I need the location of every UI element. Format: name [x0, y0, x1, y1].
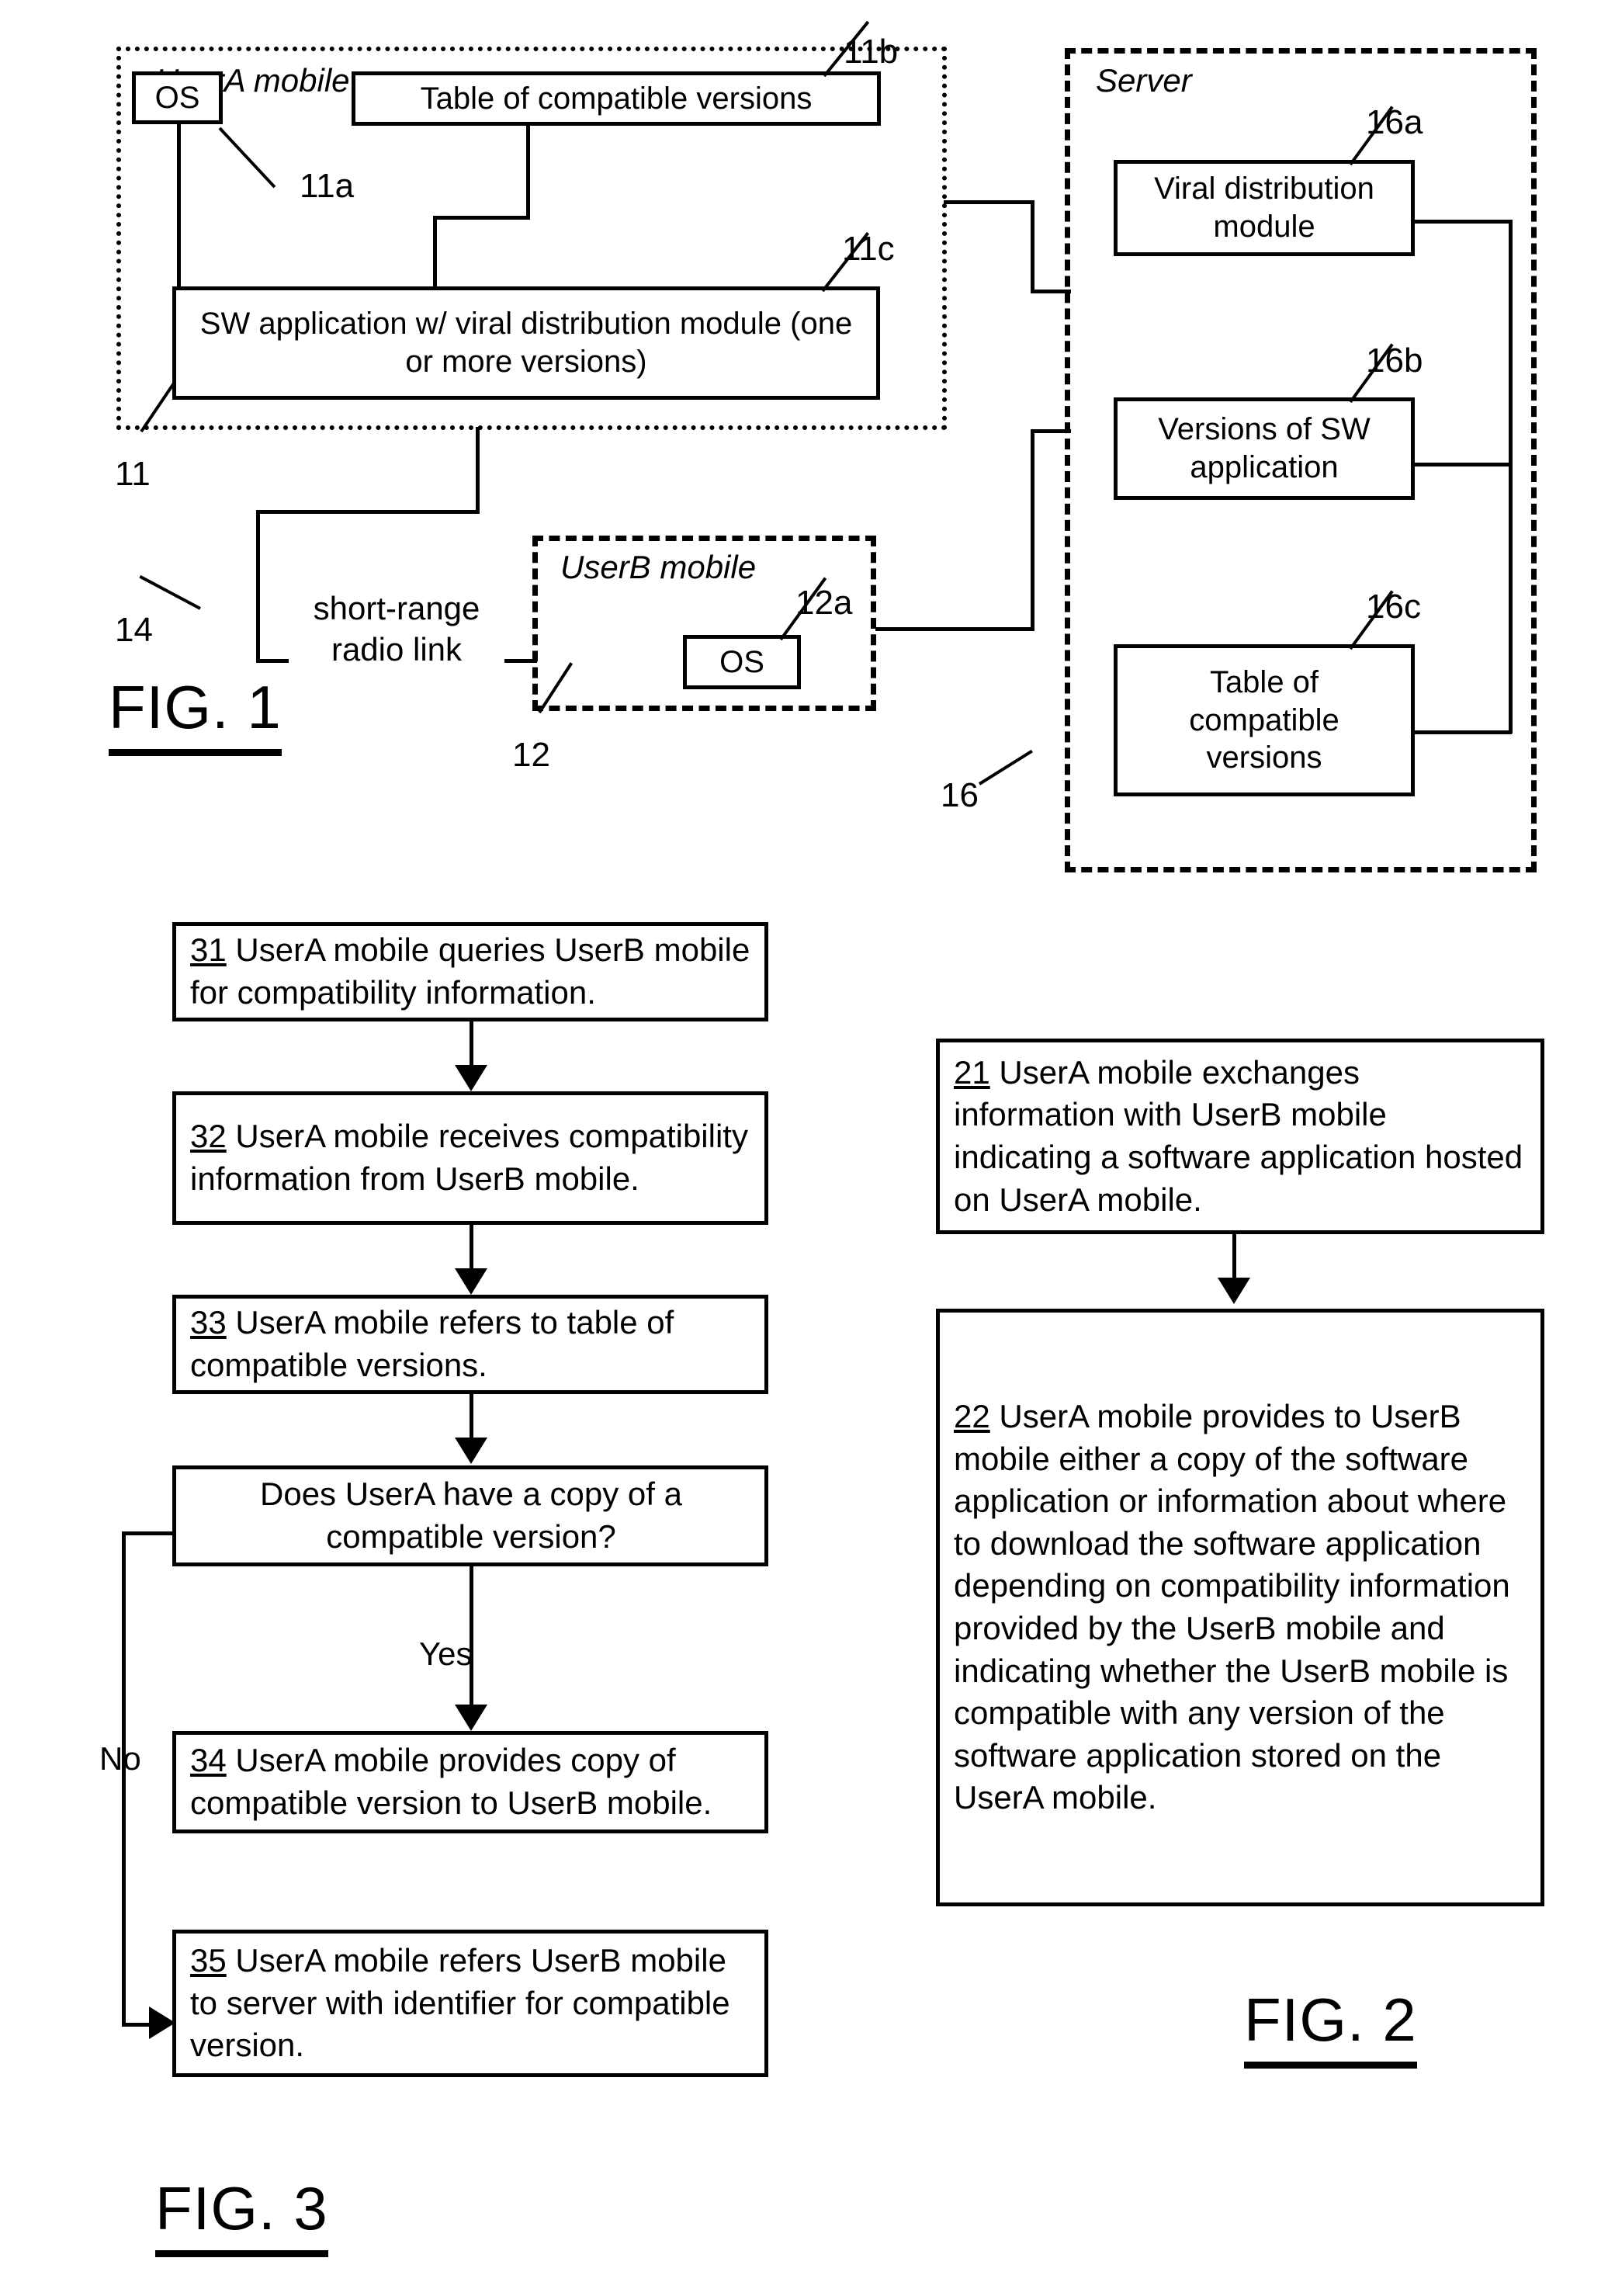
label-short-range-radio-link: short-range radio link: [289, 588, 504, 671]
ref-12: 12: [512, 736, 550, 774]
flow-arrow-yes-to-34: [455, 1705, 487, 1731]
connector-link-to-userb: [504, 659, 537, 663]
flow-arrow-33-decision: [455, 1438, 487, 1464]
patent-drawing-sheet: UserA mobile Server UserB mobile OS Tabl…: [0, 0, 1608, 2296]
connector-userb-server-h1: [875, 627, 1034, 631]
connector-usera-server-top-v: [1031, 200, 1034, 292]
flow-step-21: 21 UserA mobile exchanges information wi…: [936, 1039, 1544, 1234]
flow-step-32-text: UserA mobile receives compatibility info…: [190, 1118, 748, 1197]
ref-16b: 16b: [1366, 342, 1423, 380]
ref-11b: 11b: [844, 33, 899, 71]
flow-arrow-32-33: [455, 1268, 487, 1295]
flow-branch-no-h: [122, 1531, 176, 1535]
flow-decision-has-compatible-version: Does UserA have a copy of a compatible v…: [172, 1465, 768, 1566]
connector-table-left: [433, 216, 530, 220]
ref-14: 14: [115, 611, 153, 649]
ref-11a: 11a: [300, 167, 355, 205]
flow-step-34-number: 34: [190, 1742, 227, 1779]
ref-16c: 16c: [1366, 588, 1421, 626]
leader-16: [978, 749, 1033, 786]
box-sw-application-usera: SW application w/ viral distribution mod…: [172, 286, 880, 400]
flow-step-32-number: 32: [190, 1118, 227, 1155]
enclosure-label-server: Server: [1096, 62, 1192, 99]
flow-step-31: 31 UserA mobile queries UserB mobile for…: [172, 922, 768, 1021]
short-range-radio-link-text: short-range radio link: [313, 590, 480, 668]
figure-2-caption: FIG. 2: [1244, 1985, 1417, 2069]
figure-3-caption: FIG. 3: [155, 2173, 328, 2257]
box-viral-distribution-module: Viral distribution module: [1114, 160, 1415, 256]
flow-step-35-number: 35: [190, 1942, 227, 1979]
enclosure-label-userb-mobile: UserB mobile: [560, 549, 757, 585]
box-label-os-usera: OS: [154, 80, 200, 115]
box-versions-of-sw-application: Versions of SW application: [1114, 397, 1415, 500]
flow-step-33-text: UserA mobile refers to table of compatib…: [190, 1304, 674, 1383]
ref-16a: 16a: [1366, 103, 1423, 141]
connector-link-h-top: [256, 510, 480, 514]
box-os-userb: OS: [683, 635, 801, 689]
flow-arrow-no-to-35: [149, 2006, 175, 2039]
connector-table-down-2: [433, 216, 437, 288]
server-bus-h-top: [1412, 220, 1512, 224]
leader-14: [139, 574, 201, 610]
flow-step-21-number: 21: [954, 1053, 990, 1091]
box-label-viral-distribution-module: Viral distribution module: [1154, 172, 1374, 244]
flow-step-34-text: UserA mobile provides copy of compatible…: [190, 1742, 712, 1821]
flow-branch-no-label: No: [99, 1740, 141, 1777]
ref-12a: 12a: [795, 584, 853, 622]
connector-userb-server-v: [1031, 429, 1034, 629]
flow-step-35: 35 UserA mobile refers UserB mobile to s…: [172, 1930, 768, 2077]
flow-step-33: 33 UserA mobile refers to table of compa…: [172, 1295, 768, 1394]
connector-link-h-bottom: [256, 659, 289, 663]
ref-11c: 11c: [842, 230, 895, 268]
box-label-table-compatible-versions-usera: Table of compatible versions: [420, 81, 813, 116]
flow-arrow-31-32: [455, 1065, 487, 1091]
server-bus-v: [1509, 220, 1513, 734]
flow-step-22-number: 22: [954, 1398, 990, 1435]
ref-11: 11: [115, 455, 151, 493]
box-label-sw-application-usera: SW application w/ viral distribution mod…: [199, 307, 853, 379]
flow-step-33-number: 33: [190, 1304, 227, 1341]
connector-table-down-1: [526, 126, 530, 217]
connector-userb-server-h2: [1031, 429, 1071, 433]
figure-1-caption: FIG. 1: [109, 672, 282, 756]
flow-step-31-number: 31: [190, 931, 227, 969]
flow-step-22-text: UserA mobile provides to UserB mobile ei…: [954, 1398, 1510, 1816]
box-label-table-compatible-versions-server: Table of compatible versions: [1189, 664, 1339, 775]
server-bus-h-bottom: [1412, 730, 1512, 734]
box-label-versions-of-sw-application: Versions of SW application: [1158, 412, 1371, 484]
box-table-compatible-versions-usera: Table of compatible versions: [352, 71, 881, 126]
connector-usera-server-top-h2: [1031, 290, 1071, 293]
connector-link-v-left: [256, 510, 260, 663]
flow-step-31-text: UserA mobile queries UserB mobile for co…: [190, 931, 750, 1011]
flow-step-35-text: UserA mobile refers UserB mobile to serv…: [190, 1942, 730, 2064]
flow-step-22: 22 UserA mobile provides to UserB mobile…: [936, 1309, 1544, 1906]
flow-branch-yes-label: Yes: [419, 1635, 473, 1672]
box-os-usera: OS: [132, 71, 223, 124]
flow-arrow-21-22: [1218, 1278, 1250, 1304]
box-table-compatible-versions-server: Table of compatible versions: [1114, 644, 1415, 796]
box-label-os-userb: OS: [719, 644, 764, 679]
flow-step-34: 34 UserA mobile provides copy of compati…: [172, 1731, 768, 1833]
connector-os-to-swapp: [177, 124, 181, 287]
connector-usera-down-to-link: [476, 427, 480, 514]
flow-step-21-text: UserA mobile exchanges information with …: [954, 1053, 1523, 1218]
connector-usera-server-top-h1: [944, 200, 1034, 204]
flow-decision-text: Does UserA have a copy of a compatible v…: [260, 1476, 682, 1555]
server-bus-h-mid: [1412, 463, 1512, 466]
flow-step-32: 32 UserA mobile receives compatibility i…: [172, 1091, 768, 1225]
ref-16: 16: [941, 776, 979, 814]
